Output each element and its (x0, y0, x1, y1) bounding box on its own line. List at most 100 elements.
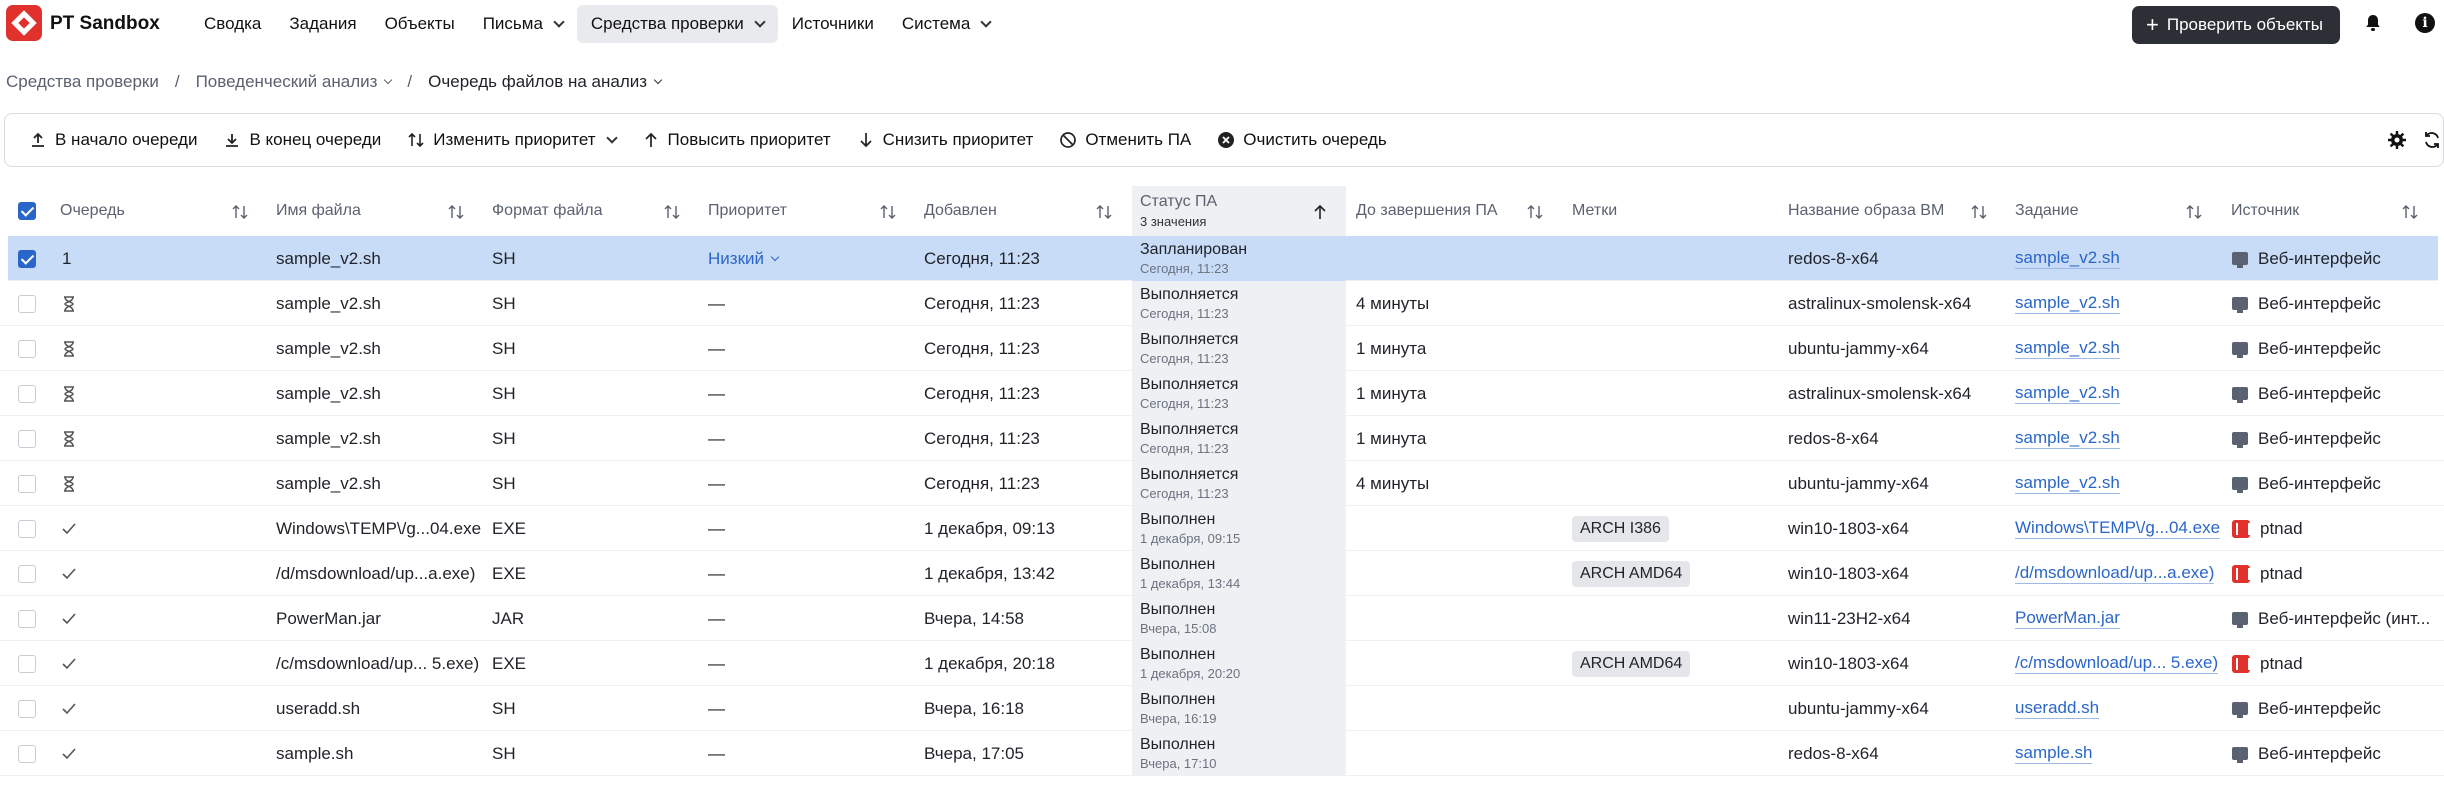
task-link[interactable]: PowerMan.jar (2015, 608, 2120, 629)
table-row[interactable]: /c/msdownload/up... 5.exe) EXE — 1 декабря,… (0, 641, 2444, 686)
breadcrumb-item-check-tools[interactable]: Средства проверки (6, 72, 159, 92)
column-header-added[interactable]: Добавлен (924, 186, 1124, 236)
table-row[interactable]: sample_v2.sh SH — Сегодня, 11:23 Выполняется… (0, 326, 2444, 371)
move-to-end-button[interactable]: В конец очереди (223, 120, 381, 160)
table-row[interactable]: sample.sh SH — Вчера, 17:05 Выполнен Вчера, 1… (0, 731, 2444, 776)
filename: sample_v2.sh (276, 248, 381, 268)
row-checkbox[interactable] (18, 339, 36, 358)
nav-item-check-tools[interactable]: Средства проверки (576, 5, 778, 43)
pt-logo-icon[interactable] (6, 5, 42, 41)
cancel-analysis-button[interactable]: Отменить ПА (1059, 120, 1191, 160)
tags-cell (1572, 281, 1772, 326)
change-priority-button[interactable]: Изменить приоритет (407, 120, 618, 160)
row-checkbox-cell[interactable] (18, 326, 40, 371)
row-checkbox[interactable] (18, 564, 36, 583)
sort-icon[interactable] (663, 203, 681, 221)
task-link[interactable]: sample_v2.sh (2015, 248, 2120, 269)
brand-name[interactable]: PT Sandbox (50, 13, 160, 35)
row-checkbox-cell[interactable] (18, 236, 40, 281)
sort-icon[interactable] (2185, 203, 2203, 221)
column-header-queue[interactable]: Очередь (60, 186, 260, 236)
task-link[interactable]: Windows\TEMP\/g...04.exe (2015, 518, 2221, 539)
task-link[interactable]: sample_v2.sh (2015, 383, 2120, 404)
row-checkbox[interactable] (18, 699, 36, 718)
table-row[interactable]: /d/msdownload/up...a.exe) EXE — 1 декабря, … (0, 551, 2444, 596)
chevron-down-icon[interactable] (653, 75, 663, 85)
bell-icon[interactable] (2364, 14, 2382, 32)
task-link[interactable]: /d/msdownload/up...a.exe) (2015, 563, 2215, 584)
gear-icon[interactable] (2387, 130, 2407, 150)
row-checkbox[interactable] (18, 474, 36, 493)
nav-item-system[interactable]: Система (888, 5, 1004, 43)
table-row[interactable]: 1 sample_v2.sh SH Низкий Сегодня, 11:23 Запла… (8, 236, 2438, 281)
task-link[interactable]: /c/msdownload/up... 5.exe) (2015, 653, 2219, 674)
table-row[interactable]: sample_v2.sh SH — Сегодня, 11:23 Выполняется… (0, 416, 2444, 461)
table-row[interactable]: sample_v2.sh SH — Сегодня, 11:23 Выполняется… (0, 281, 2444, 326)
move-to-start-button[interactable]: В начало очереди (29, 120, 197, 160)
row-checkbox-cell[interactable] (18, 551, 40, 596)
row-checkbox[interactable] (18, 384, 36, 403)
column-header-vm[interactable]: Название образа ВМ (1788, 186, 1988, 236)
column-header-priority[interactable]: Приоритет (708, 186, 908, 236)
sort-icon[interactable] (1095, 203, 1113, 221)
nav-item-tasks[interactable]: Задания (275, 5, 370, 43)
breadcrumb-item-behavior-analysis[interactable]: Поведенческий анализ (196, 72, 378, 92)
nav-item-summary[interactable]: Сводка (190, 5, 275, 43)
chevron-down-icon[interactable] (770, 252, 780, 261)
row-checkbox-cell[interactable] (18, 596, 40, 641)
sort-icon[interactable] (231, 203, 249, 221)
sort-icon[interactable] (1970, 203, 1988, 221)
table-row[interactable]: sample_v2.sh SH — Сегодня, 11:23 Выполняется… (0, 461, 2444, 506)
row-checkbox[interactable] (18, 744, 36, 763)
row-checkbox-cell[interactable] (18, 641, 40, 686)
table-row[interactable]: sample_v2.sh SH — Сегодня, 11:23 Выполняется… (0, 371, 2444, 416)
chevron-down-icon[interactable] (384, 75, 393, 85)
tags-cell: ARCH AMD64 (1572, 641, 1772, 686)
table-row[interactable]: Windows\TEMP\/g...04.exe EXE — 1 декабря, 0… (0, 506, 2444, 551)
table-row[interactable]: useradd.sh SH — Вчера, 16:18 Выполнен Вчера, … (0, 686, 2444, 731)
task-link[interactable]: sample.sh (2015, 743, 2093, 764)
row-checkbox-cell[interactable] (18, 686, 40, 731)
row-checkbox[interactable] (18, 249, 36, 268)
raise-priority-button[interactable]: Повысить приоритет (642, 120, 831, 160)
nav-item-letters[interactable]: Письма (469, 5, 577, 43)
nav-item-objects[interactable]: Объекты (371, 5, 469, 43)
sort-icon[interactable] (879, 203, 897, 221)
row-checkbox[interactable] (18, 294, 36, 313)
nav-item-sources[interactable]: Источники (778, 5, 888, 43)
clear-queue-button[interactable]: Очистить очередь (1217, 120, 1387, 160)
table-row[interactable]: PowerMan.jar JAR — Вчера, 14:58 Выполнен Вчер… (0, 596, 2444, 641)
row-checkbox[interactable] (18, 519, 36, 538)
task-link[interactable]: sample_v2.sh (2015, 293, 2120, 314)
sort-icon[interactable] (2401, 203, 2419, 221)
arrow-up-sort-icon[interactable] (1311, 203, 1329, 221)
row-checkbox-cell[interactable] (18, 281, 40, 326)
row-checkbox[interactable] (18, 654, 36, 673)
row-checkbox-cell[interactable] (18, 731, 40, 776)
vm-cell: redos-8-x64 (1788, 731, 2003, 776)
row-checkbox-cell[interactable] (18, 461, 40, 506)
priority-dropdown[interactable]: Низкий (708, 249, 764, 269)
sort-icon[interactable] (1526, 203, 1544, 221)
refresh-icon[interactable] (2422, 130, 2442, 150)
column-header-tags[interactable]: Метки (1572, 186, 1772, 236)
task-link[interactable]: sample_v2.sh (2015, 338, 2120, 359)
row-checkbox-cell[interactable] (18, 416, 40, 461)
row-checkbox[interactable] (18, 429, 36, 448)
select-all-checkbox[interactable] (18, 202, 36, 220)
column-header-format[interactable]: Формат файла (492, 186, 692, 236)
task-link[interactable]: useradd.sh (2015, 698, 2100, 719)
vm-name: ubuntu-jammy-x64 (1788, 698, 1929, 718)
check-objects-button[interactable]: + Проверить объекты (2132, 6, 2340, 44)
row-checkbox-cell[interactable] (18, 506, 40, 551)
column-header-filename[interactable]: Имя файла (276, 186, 476, 236)
select-all-checkbox-cell[interactable] (18, 186, 40, 236)
task-link[interactable]: sample_v2.sh (2015, 473, 2120, 494)
lower-priority-button[interactable]: Снизить приоритет (857, 120, 1033, 160)
info-icon[interactable]: i (2415, 13, 2435, 33)
source-name: Веб-интерфейс (2258, 428, 2381, 448)
sort-icon[interactable] (447, 203, 465, 221)
row-checkbox[interactable] (18, 609, 36, 628)
row-checkbox-cell[interactable] (18, 371, 40, 416)
task-link[interactable]: sample_v2.sh (2015, 428, 2120, 449)
